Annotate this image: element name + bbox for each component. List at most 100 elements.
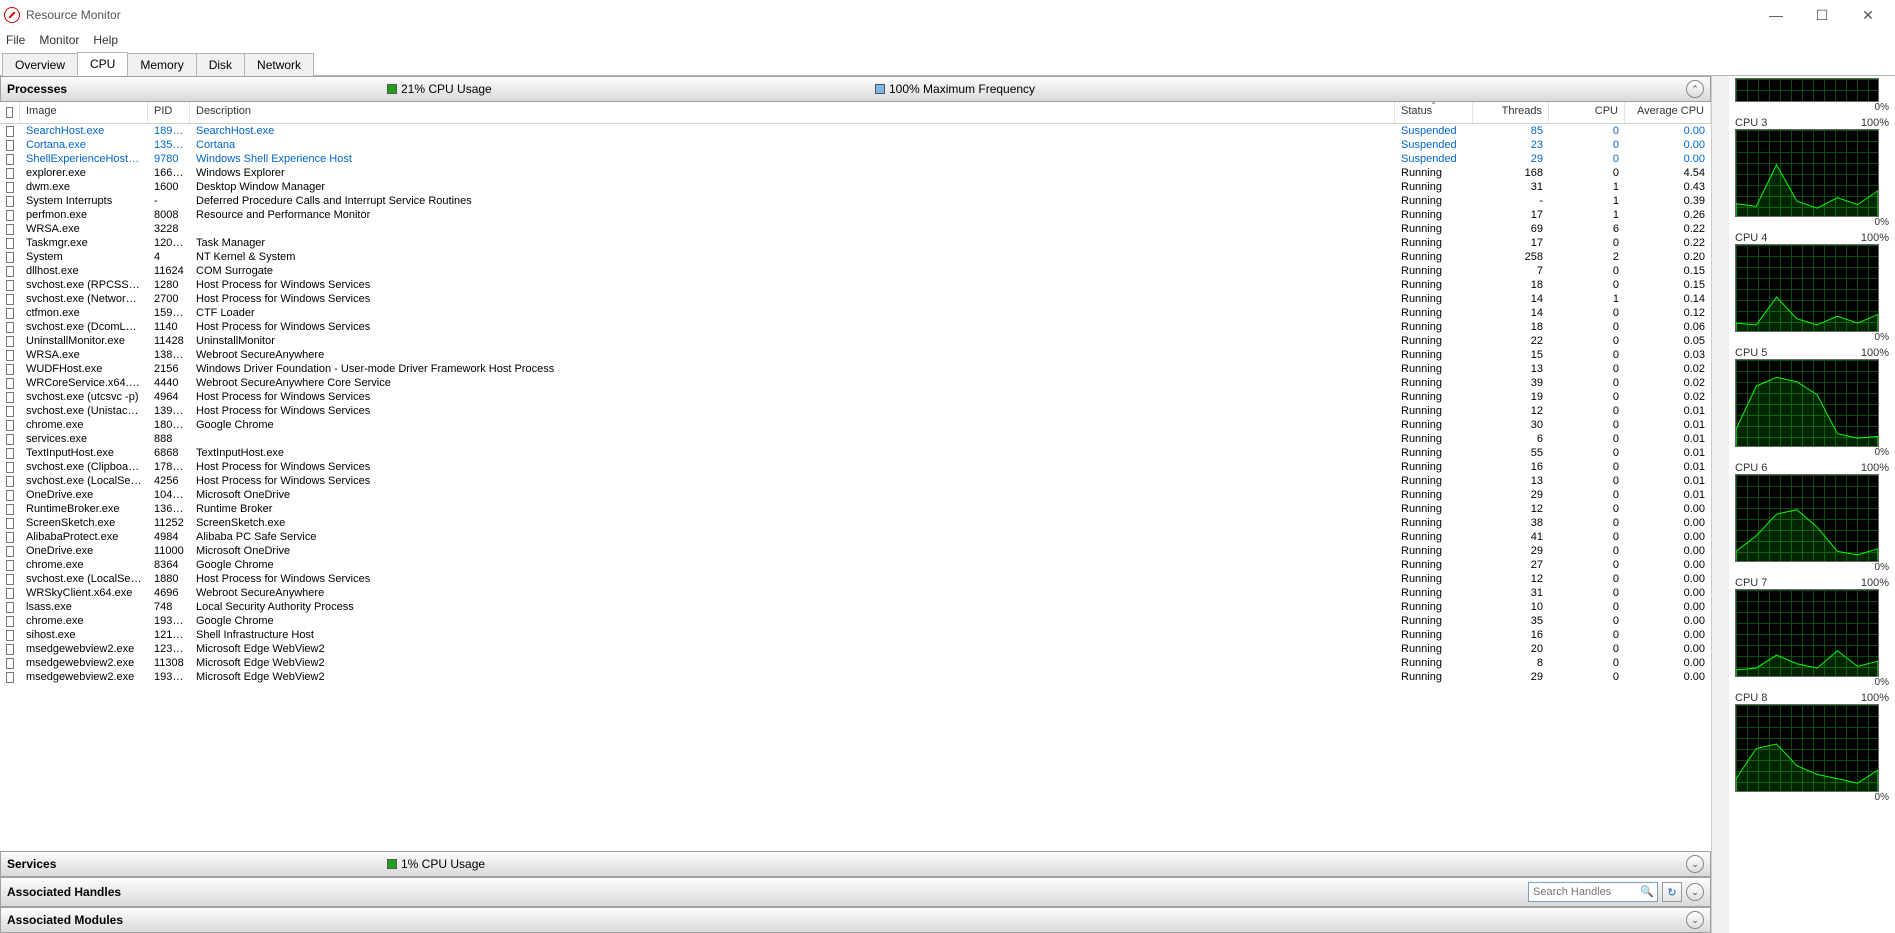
search-handles-input[interactable] bbox=[1528, 882, 1658, 902]
table-row[interactable]: lsass.exe 748 Local Security Authority P… bbox=[0, 600, 1711, 614]
table-row[interactable]: services.exe 888 Running 6 0 0.01 bbox=[0, 432, 1711, 446]
table-row[interactable]: ScreenSketch.exe 11252 ScreenSketch.exe … bbox=[0, 516, 1711, 530]
column-description[interactable]: Description bbox=[190, 102, 1395, 123]
table-row[interactable]: OneDrive.exe 10444 Microsoft OneDrive Ru… bbox=[0, 488, 1711, 502]
handles-header[interactable]: Associated Handles 🔍 ↻ ⌄ bbox=[0, 877, 1711, 907]
left-pane-scrollbar[interactable] bbox=[1711, 76, 1729, 933]
column-avg-cpu[interactable]: Average CPU bbox=[1625, 102, 1711, 123]
table-row[interactable]: Cortana.exe 13592 Cortana Suspended 23 0… bbox=[0, 138, 1711, 152]
row-checkbox[interactable] bbox=[6, 476, 14, 487]
table-row[interactable]: explorer.exe 16624 Windows Explorer Runn… bbox=[0, 166, 1711, 180]
table-row[interactable]: perfmon.exe 8008 Resource and Performanc… bbox=[0, 208, 1711, 222]
table-row[interactable]: svchost.exe (ClipboardSvcGr... 17892 Hos… bbox=[0, 460, 1711, 474]
row-checkbox[interactable] bbox=[6, 238, 14, 249]
row-checkbox[interactable] bbox=[6, 518, 14, 529]
column-threads[interactable]: Threads bbox=[1473, 102, 1549, 123]
row-checkbox[interactable] bbox=[6, 490, 14, 501]
table-row[interactable]: WUDFHost.exe 2156 Windows Driver Foundat… bbox=[0, 362, 1711, 376]
tab-disk[interactable]: Disk bbox=[196, 53, 245, 76]
table-row[interactable]: chrome.exe 8364 Google Chrome Running 27… bbox=[0, 558, 1711, 572]
table-row[interactable]: OneDrive.exe 11000 Microsoft OneDrive Ru… bbox=[0, 544, 1711, 558]
menu-file[interactable]: File bbox=[6, 33, 25, 47]
table-row[interactable]: dwm.exe 1600 Desktop Window Manager Runn… bbox=[0, 180, 1711, 194]
table-row[interactable]: WRCoreService.x64.exe 4440 Webroot Secur… bbox=[0, 376, 1711, 390]
search-icon[interactable]: 🔍 bbox=[1640, 885, 1654, 898]
table-row[interactable]: svchost.exe (UnistackSvcGro... 13932 Hos… bbox=[0, 404, 1711, 418]
row-checkbox[interactable] bbox=[6, 434, 14, 445]
row-checkbox[interactable] bbox=[6, 280, 14, 291]
expand-modules-icon[interactable]: ⌄ bbox=[1686, 911, 1704, 929]
row-checkbox[interactable] bbox=[6, 574, 14, 585]
table-row[interactable]: WRSA.exe 13860 Webroot SecureAnywhere Ru… bbox=[0, 348, 1711, 362]
row-checkbox[interactable] bbox=[6, 210, 14, 221]
table-row[interactable]: SearchHost.exe 18968 SearchHost.exe Susp… bbox=[0, 124, 1711, 138]
table-row[interactable]: svchost.exe (NetworkService... 2700 Host… bbox=[0, 292, 1711, 306]
tab-memory[interactable]: Memory bbox=[127, 53, 196, 76]
row-checkbox[interactable] bbox=[6, 308, 14, 319]
column-status[interactable]: ⌃Status bbox=[1395, 102, 1473, 123]
tab-cpu[interactable]: CPU bbox=[77, 52, 128, 76]
row-checkbox[interactable] bbox=[6, 392, 14, 403]
table-row[interactable]: System 4 NT Kernel & System Running 258 … bbox=[0, 250, 1711, 264]
process-list[interactable]: SearchHost.exe 18968 SearchHost.exe Susp… bbox=[0, 124, 1711, 851]
row-checkbox[interactable] bbox=[6, 602, 14, 613]
table-row[interactable]: svchost.exe (LocalService -p) 1880 Host … bbox=[0, 572, 1711, 586]
row-checkbox[interactable] bbox=[6, 294, 14, 305]
row-checkbox[interactable] bbox=[6, 406, 14, 417]
close-button[interactable]: ✕ bbox=[1845, 0, 1891, 30]
row-checkbox[interactable] bbox=[6, 462, 14, 473]
modules-header[interactable]: Associated Modules ⌄ bbox=[0, 907, 1711, 933]
row-checkbox[interactable] bbox=[6, 672, 14, 683]
menu-help[interactable]: Help bbox=[93, 33, 118, 47]
table-row[interactable]: msedgewebview2.exe 12372 Microsoft Edge … bbox=[0, 642, 1711, 656]
table-row[interactable]: dllhost.exe 11624 COM Surrogate Running … bbox=[0, 264, 1711, 278]
row-checkbox[interactable] bbox=[6, 588, 14, 599]
processes-header[interactable]: Processes 21% CPU Usage 100% Maximum Fre… bbox=[0, 76, 1711, 102]
services-header[interactable]: Services 1% CPU Usage ⌄ bbox=[0, 851, 1711, 877]
minimize-button[interactable]: — bbox=[1753, 0, 1799, 30]
column-cpu[interactable]: CPU bbox=[1549, 102, 1625, 123]
collapse-processes-icon[interactable]: ⌃ bbox=[1686, 80, 1704, 98]
row-checkbox[interactable] bbox=[6, 364, 14, 375]
row-checkbox[interactable] bbox=[6, 154, 14, 165]
row-checkbox[interactable] bbox=[6, 630, 14, 641]
column-pid[interactable]: PID bbox=[148, 102, 190, 123]
tab-network[interactable]: Network bbox=[244, 53, 314, 76]
row-checkbox[interactable] bbox=[6, 140, 14, 151]
table-row[interactable]: svchost.exe (RPCSS -p) 1280 Host Process… bbox=[0, 278, 1711, 292]
row-checkbox[interactable] bbox=[6, 616, 14, 627]
row-checkbox[interactable] bbox=[6, 266, 14, 277]
table-row[interactable]: svchost.exe (LocalServiceNo... 4256 Host… bbox=[0, 474, 1711, 488]
row-checkbox[interactable] bbox=[6, 658, 14, 669]
column-image[interactable]: Image bbox=[20, 102, 148, 123]
table-row[interactable]: msedgewebview2.exe 11308 Microsoft Edge … bbox=[0, 656, 1711, 670]
row-checkbox[interactable] bbox=[6, 224, 14, 235]
row-checkbox[interactable] bbox=[6, 350, 14, 361]
row-checkbox[interactable] bbox=[6, 252, 14, 263]
table-row[interactable]: Taskmgr.exe 12000 Task Manager Running 1… bbox=[0, 236, 1711, 250]
table-row[interactable]: RuntimeBroker.exe 13664 Runtime Broker R… bbox=[0, 502, 1711, 516]
row-checkbox[interactable] bbox=[6, 196, 14, 207]
expand-handles-icon[interactable]: ⌄ bbox=[1686, 883, 1704, 901]
table-row[interactable]: sihost.exe 12108 Shell Infrastructure Ho… bbox=[0, 628, 1711, 642]
row-checkbox[interactable] bbox=[6, 644, 14, 655]
table-row[interactable]: TextInputHost.exe 6868 TextInputHost.exe… bbox=[0, 446, 1711, 460]
table-row[interactable]: chrome.exe 19320 Google Chrome Running 3… bbox=[0, 614, 1711, 628]
table-row[interactable]: WRSA.exe 3228 Running 69 6 0.22 bbox=[0, 222, 1711, 236]
table-row[interactable]: msedgewebview2.exe 19384 Microsoft Edge … bbox=[0, 670, 1711, 684]
row-checkbox[interactable] bbox=[6, 378, 14, 389]
row-checkbox[interactable] bbox=[6, 504, 14, 515]
tab-overview[interactable]: Overview bbox=[2, 53, 78, 76]
table-row[interactable]: svchost.exe (utcsvc -p) 4964 Host Proces… bbox=[0, 390, 1711, 404]
table-row[interactable]: AlibabaProtect.exe 4984 Alibaba PC Safe … bbox=[0, 530, 1711, 544]
row-checkbox[interactable] bbox=[6, 532, 14, 543]
refresh-button[interactable]: ↻ bbox=[1662, 882, 1682, 902]
row-checkbox[interactable] bbox=[6, 168, 14, 179]
row-checkbox[interactable] bbox=[6, 546, 14, 557]
row-checkbox[interactable] bbox=[6, 182, 14, 193]
row-checkbox[interactable] bbox=[6, 560, 14, 571]
row-checkbox[interactable] bbox=[6, 322, 14, 333]
table-row[interactable]: svchost.exe (DcomLaunch -p) 1140 Host Pr… bbox=[0, 320, 1711, 334]
table-row[interactable]: WRSkyClient.x64.exe 4696 Webroot SecureA… bbox=[0, 586, 1711, 600]
maximize-button[interactable]: ☐ bbox=[1799, 0, 1845, 30]
